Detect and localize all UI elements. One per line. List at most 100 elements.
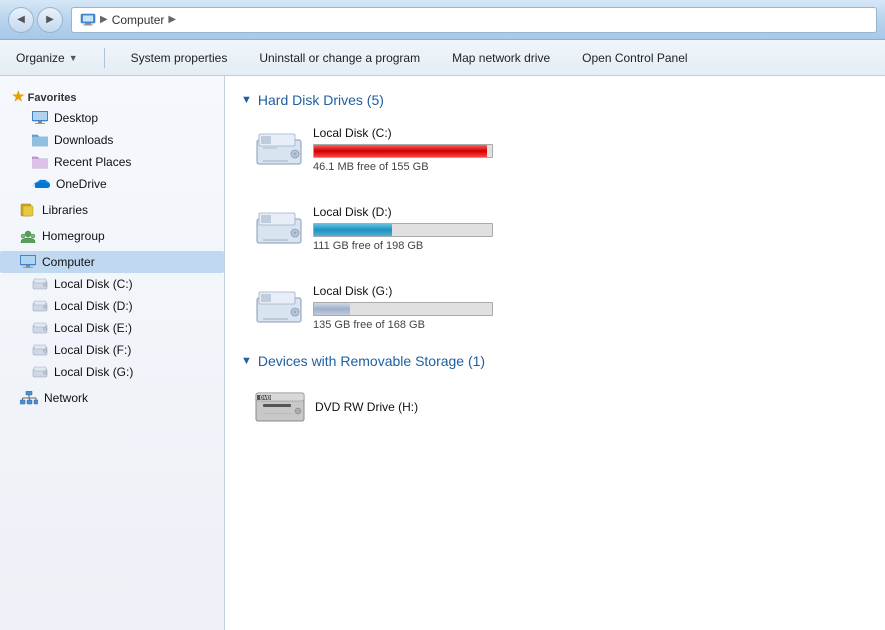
local-disk-c-label: Local Disk (C:) — [54, 277, 133, 291]
desktop-icon — [32, 111, 48, 125]
hard-disk-section-title: Hard Disk Drives (5) — [258, 92, 384, 108]
hard-disk-collapse-arrow[interactable]: ▼ — [241, 94, 252, 106]
drive-item-d[interactable]: Local Disk (D:) 111 GB free of 198 GB — [249, 199, 559, 258]
drive-c-info: Local Disk (C:) 46.1 MB free of 155 GB — [313, 126, 553, 173]
network-label: Network — [44, 391, 88, 405]
sidebar-item-local-disk-f[interactable]: Local Disk (F:) — [0, 339, 224, 361]
onedrive-label: OneDrive — [56, 177, 107, 191]
drive-d-free: 111 GB free of 198 GB — [313, 240, 553, 252]
breadcrumb-arrow: ▶ — [100, 14, 108, 25]
sidebar-item-desktop[interactable]: Desktop — [0, 107, 224, 129]
drive-c-large-icon — [255, 132, 303, 168]
toolbar-divider-1 — [104, 48, 105, 68]
libraries-section: Libraries — [0, 199, 224, 221]
drive-item-g[interactable]: Local Disk (G:) 135 GB free of 168 GB — [249, 278, 559, 337]
drive-g-progress-container — [313, 302, 493, 316]
sidebar-item-onedrive[interactable]: OneDrive — [0, 173, 224, 195]
sidebar-item-libraries[interactable]: Libraries — [0, 199, 224, 221]
drive-g-name: Local Disk (G:) — [313, 284, 553, 298]
sidebar-item-network[interactable]: Network — [0, 387, 224, 409]
drive-item-c[interactable]: Local Disk (C:) 46.1 MB free of 155 GB — [249, 120, 559, 179]
dvd-large-icon: DVD — [255, 387, 305, 427]
removable-section-title: Devices with Removable Storage (1) — [258, 353, 485, 369]
open-control-panel-label: Open Control Panel — [582, 51, 687, 65]
breadcrumb-computer[interactable]: Computer — [112, 13, 165, 27]
drives-grid: Local Disk (C:) 46.1 MB free of 155 GB — [241, 120, 869, 337]
uninstall-label: Uninstall or change a program — [259, 51, 420, 65]
breadcrumb-text: ▶ Computer ▶ — [100, 13, 176, 27]
libraries-label: Libraries — [42, 203, 88, 217]
network-icon — [20, 391, 38, 405]
sidebar-item-downloads[interactable]: Downloads — [0, 129, 224, 151]
drive-c-icon — [32, 278, 48, 290]
back-button[interactable]: ◀ — [8, 7, 34, 33]
svg-text:DVD: DVD — [260, 396, 271, 402]
local-disk-g-label: Local Disk (G:) — [54, 365, 133, 379]
drive-d-progress-bar — [314, 224, 392, 236]
favorites-section: ★ Favorites Desktop Downloads — [0, 84, 224, 195]
local-disk-e-label: Local Disk (E:) — [54, 321, 132, 335]
dvd-item-h[interactable]: DVD DVD RW Drive (H:) — [249, 381, 549, 433]
sidebar-item-local-disk-e[interactable]: Local Disk (E:) — [0, 317, 224, 339]
map-network-button[interactable]: Map network drive — [446, 48, 556, 68]
favorites-header[interactable]: ★ Favorites — [0, 84, 224, 107]
downloads-folder-icon — [32, 133, 48, 147]
recent-places-label: Recent Places — [54, 155, 131, 169]
desktop-label: Desktop — [54, 111, 98, 125]
sidebar-item-homegroup[interactable]: Homegroup — [0, 225, 224, 247]
organize-arrow: ▼ — [69, 53, 78, 63]
removable-drives-area: DVD DVD RW Drive (H:) — [241, 381, 869, 433]
computer-breadcrumb-icon — [80, 12, 96, 28]
network-section: Network — [0, 387, 224, 409]
downloads-label: Downloads — [54, 133, 113, 147]
drive-g-large-icon — [255, 290, 303, 326]
open-control-panel-button[interactable]: Open Control Panel — [576, 48, 693, 68]
computer-sidebar-icon — [20, 255, 36, 269]
organize-button[interactable]: Organize ▼ — [10, 48, 84, 68]
breadcrumb-bar[interactable]: ▶ Computer ▶ — [71, 7, 877, 33]
content-area: ▼ Hard Disk Drives (5) Local Disk (C:) — [225, 76, 885, 630]
sidebar-item-local-disk-c[interactable]: Local Disk (C:) — [0, 273, 224, 295]
organize-label: Organize — [16, 51, 65, 65]
computer-label: Computer — [42, 255, 95, 269]
drive-d-info: Local Disk (D:) 111 GB free of 198 GB — [313, 205, 553, 252]
breadcrumb-arrow2: ▶ — [168, 14, 176, 25]
homegroup-label: Homegroup — [42, 229, 105, 243]
favorites-star-icon: ★ — [12, 88, 25, 104]
sidebar-item-local-disk-g[interactable]: Local Disk (G:) — [0, 361, 224, 383]
drive-d-large-icon — [255, 211, 303, 247]
drive-f-icon — [32, 344, 48, 356]
libraries-icon — [20, 203, 36, 217]
drive-c-free: 46.1 MB free of 155 GB — [313, 161, 553, 173]
dvd-name: DVD RW Drive (H:) — [315, 400, 418, 414]
computer-section: Computer Local Disk (C:) Local Disk (D:) — [0, 251, 224, 383]
nav-buttons: ◀ ▶ — [8, 7, 63, 33]
title-bar: ◀ ▶ ▶ Computer ▶ — [0, 0, 885, 40]
drive-c-progress-container — [313, 144, 493, 158]
homegroup-section: Homegroup — [0, 225, 224, 247]
drive-d-progress-container — [313, 223, 493, 237]
system-properties-button[interactable]: System properties — [125, 48, 234, 68]
sidebar-item-computer[interactable]: Computer — [0, 251, 224, 273]
sidebar-item-recent-places[interactable]: Recent Places — [0, 151, 224, 173]
removable-collapse-arrow[interactable]: ▼ — [241, 355, 252, 367]
map-network-label: Map network drive — [452, 51, 550, 65]
uninstall-button[interactable]: Uninstall or change a program — [253, 48, 426, 68]
back-icon: ◀ — [17, 14, 25, 25]
system-properties-label: System properties — [131, 51, 228, 65]
drive-g-info: Local Disk (G:) 135 GB free of 168 GB — [313, 284, 553, 331]
toolbar: Organize ▼ System properties Uninstall o… — [0, 40, 885, 76]
favorites-label: Favorites — [28, 92, 77, 104]
onedrive-icon — [32, 178, 50, 190]
forward-icon: ▶ — [46, 14, 54, 25]
homegroup-icon — [20, 229, 36, 243]
forward-button[interactable]: ▶ — [37, 7, 63, 33]
sidebar-item-local-disk-d[interactable]: Local Disk (D:) — [0, 295, 224, 317]
recent-places-icon — [32, 155, 48, 169]
local-disk-d-label: Local Disk (D:) — [54, 299, 133, 313]
sidebar: ★ Favorites Desktop Downloads — [0, 76, 225, 630]
drive-g-icon — [32, 366, 48, 378]
hard-disk-section-header: ▼ Hard Disk Drives (5) — [241, 92, 869, 108]
drive-d-name: Local Disk (D:) — [313, 205, 553, 219]
local-disk-f-label: Local Disk (F:) — [54, 343, 131, 357]
